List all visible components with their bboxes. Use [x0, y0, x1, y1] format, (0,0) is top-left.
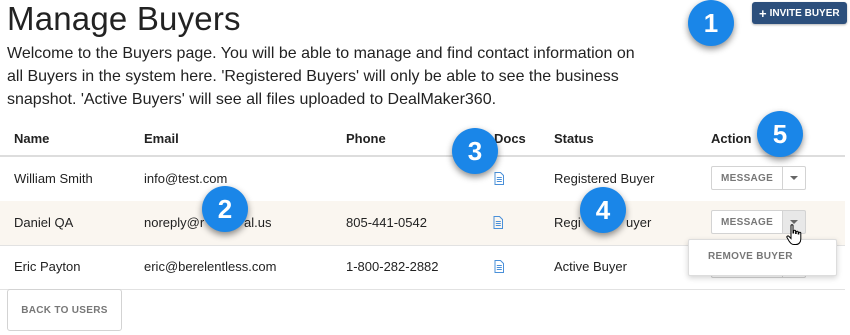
buyer-email-tail: al.us [244, 215, 272, 230]
buyer-status: Registered Buyer [554, 171, 655, 186]
buyer-phone: 1-800-282-2882 [346, 259, 439, 274]
buyer-status: Regi [554, 215, 581, 230]
actions-dropdown-toggle[interactable] [783, 166, 807, 190]
callout-badge: 4 [580, 187, 626, 233]
header-phone: Phone [346, 131, 386, 146]
callout-badge: 5 [757, 111, 803, 157]
page-title: Manage Buyers [7, 0, 241, 37]
invite-buyer-button[interactable]: + INVITE BUYER [752, 2, 847, 24]
table-header: Name Email Phone Docs Status Action [0, 123, 845, 157]
callout-badge: 1 [688, 0, 734, 46]
document-icon[interactable] [494, 172, 504, 185]
message-button[interactable]: MESSAGE [711, 166, 784, 190]
header-docs: Docs [494, 131, 526, 146]
document-icon[interactable] [493, 216, 503, 229]
actions-dropdown-menu: REMOVE BUYER [688, 239, 837, 276]
callout-badge: 2 [202, 186, 248, 232]
buyer-email: eric@berelentless.com [144, 259, 277, 274]
buyer-name: William Smith [14, 171, 93, 186]
document-icon[interactable] [494, 260, 504, 273]
callout-badge: 3 [452, 128, 498, 174]
header-action: Action [711, 131, 752, 146]
table-row: William Smith info@test.com Registered B… [0, 157, 845, 202]
invite-buyer-label: INVITE BUYER [769, 7, 840, 19]
buyer-email: noreply@r [144, 215, 205, 230]
hand-cursor-icon [786, 224, 802, 245]
buyer-name: Daniel QA [14, 215, 74, 230]
message-button[interactable]: MESSAGE [711, 210, 784, 234]
page-intro-text: Welcome to the Buyers page. You will be … [7, 45, 635, 108]
header-name: Name [14, 131, 50, 146]
buyer-name: Eric Payton [14, 259, 81, 274]
remove-buyer-menu-item[interactable]: REMOVE BUYER [708, 251, 793, 262]
buyer-status: Active Buyer [554, 259, 627, 274]
back-to-users-button[interactable]: BACK TO USERS [7, 289, 122, 331]
header-status: Status [554, 131, 594, 146]
caret-down-icon [790, 176, 799, 180]
plus-icon: + [759, 5, 767, 21]
header-email: Email [144, 131, 179, 146]
message-button-group: MESSAGE [711, 166, 807, 190]
buyer-email: info@test.com [144, 171, 228, 186]
buyer-phone: 805-441-0542 [346, 215, 427, 230]
buyer-status-tail: uyer [626, 215, 652, 230]
